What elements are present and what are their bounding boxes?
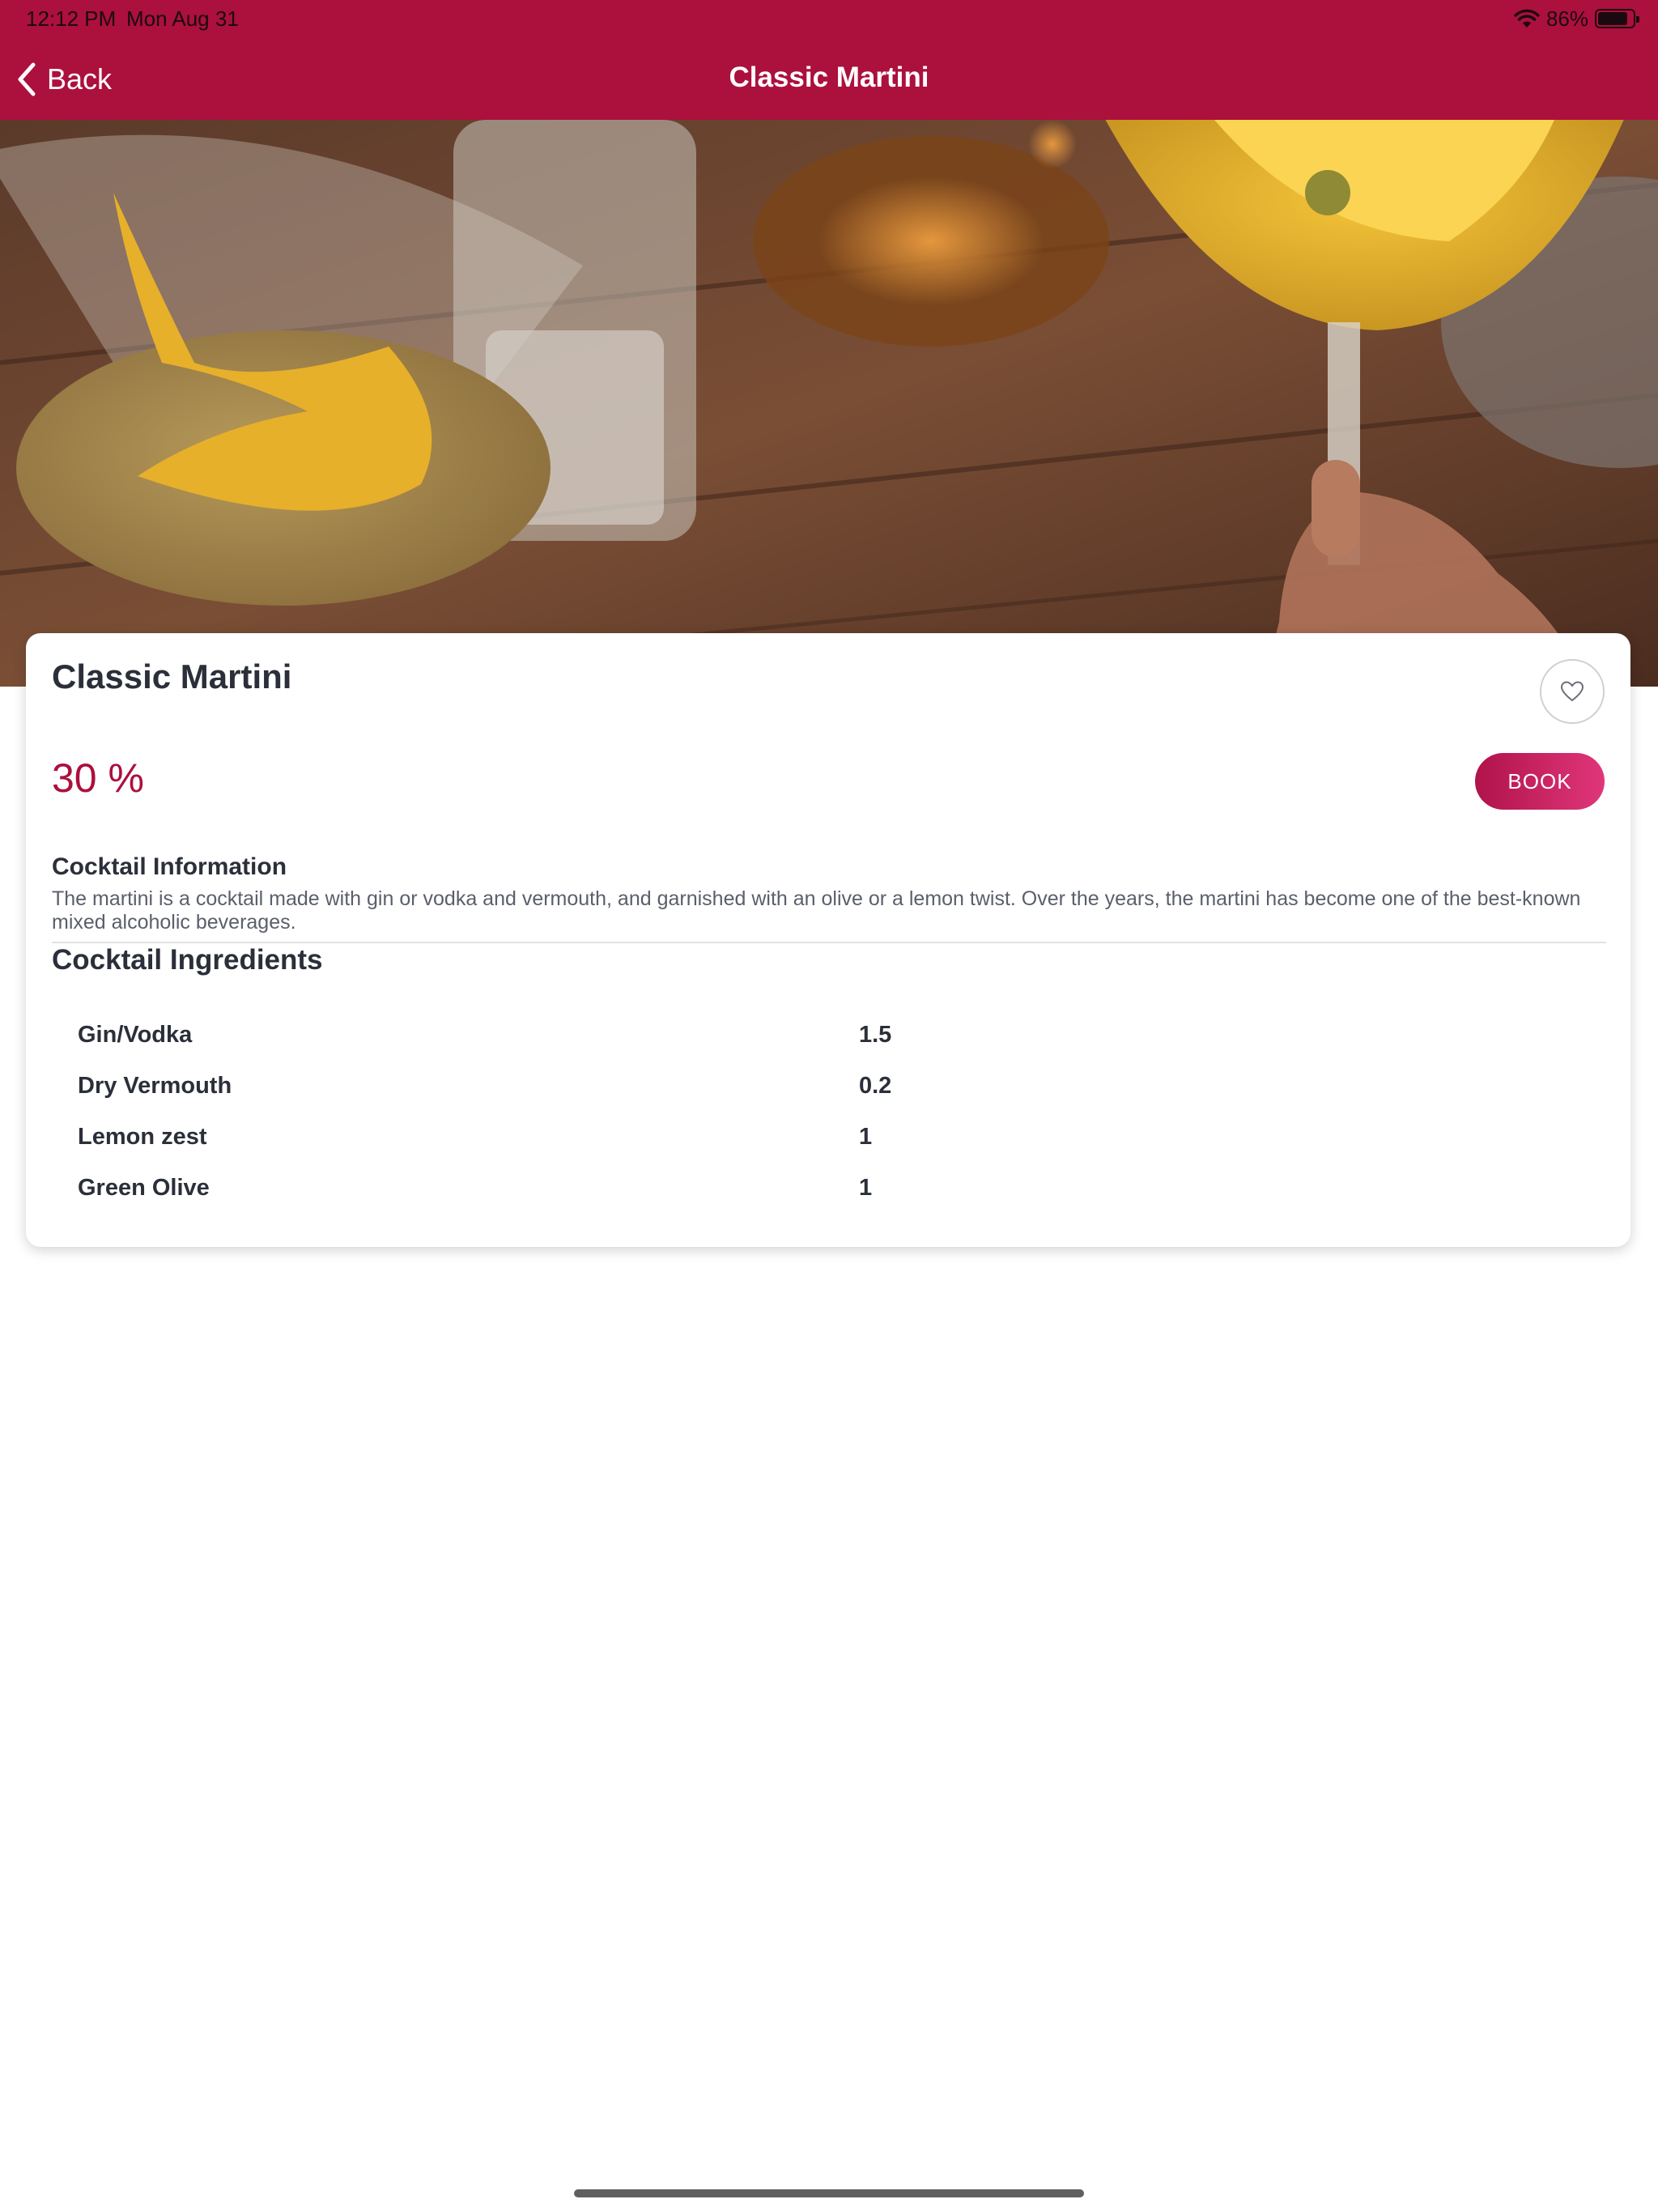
ingredient-name: Green Olive	[78, 1175, 210, 1201]
heart-icon	[1560, 681, 1584, 702]
book-button[interactable]: BOOK	[1475, 753, 1605, 810]
ingredient-row: Lemon zest 1	[78, 1124, 1600, 1175]
ingredient-quantity: 1	[859, 1124, 873, 1150]
battery-level	[1598, 12, 1627, 25]
battery-percent: 86%	[1545, 6, 1588, 31]
ingredient-name: Gin/Vodka	[78, 1022, 193, 1048]
status-date: Mon Aug 31	[126, 6, 239, 31]
ingredient-quantity: 1.5	[859, 1022, 892, 1048]
section-divider	[52, 942, 1606, 943]
ingredient-row: Dry Vermouth 0.2	[78, 1073, 1600, 1124]
status-indicators: 86%	[1514, 5, 1639, 32]
ingredient-quantity: 1	[859, 1175, 873, 1201]
favorite-button[interactable]	[1540, 659, 1605, 724]
cocktail-photo-carousel[interactable]	[0, 120, 1658, 687]
cocktail-detail-card: Classic Martini 30 % BOOK Cocktail Infor…	[26, 633, 1630, 1247]
cocktail-information-heading: Cocktail Information	[52, 853, 287, 880]
home-indicator[interactable]	[574, 2189, 1084, 2197]
navigation-bar: 12:12 PM Mon Aug 31 86% Back Classic Mar…	[0, 0, 1658, 120]
battery-icon	[1595, 9, 1639, 28]
cocktail-description: The martini is a cocktail made with gin …	[52, 887, 1581, 934]
ingredient-row: Gin/Vodka 1.5	[78, 1022, 1600, 1073]
cocktail-name: Classic Martini	[52, 657, 292, 696]
alcohol-percentage: 30 %	[52, 755, 144, 801]
wifi-icon	[1514, 9, 1540, 28]
status-time: 12:12 PM	[26, 6, 117, 31]
ingredient-name: Dry Vermouth	[78, 1073, 232, 1099]
cocktail-photo	[0, 120, 1658, 687]
ingredient-row: Green Olive 1	[78, 1175, 1600, 1226]
ingredients-list: Gin/Vodka 1.5 Dry Vermouth 0.2 Lemon zes…	[78, 1022, 1600, 1226]
ingredient-name: Lemon zest	[78, 1124, 207, 1150]
cocktail-ingredients-heading: Cocktail Ingredients	[52, 944, 323, 976]
page-title: Classic Martini	[729, 62, 929, 93]
ingredient-quantity: 0.2	[859, 1073, 892, 1099]
